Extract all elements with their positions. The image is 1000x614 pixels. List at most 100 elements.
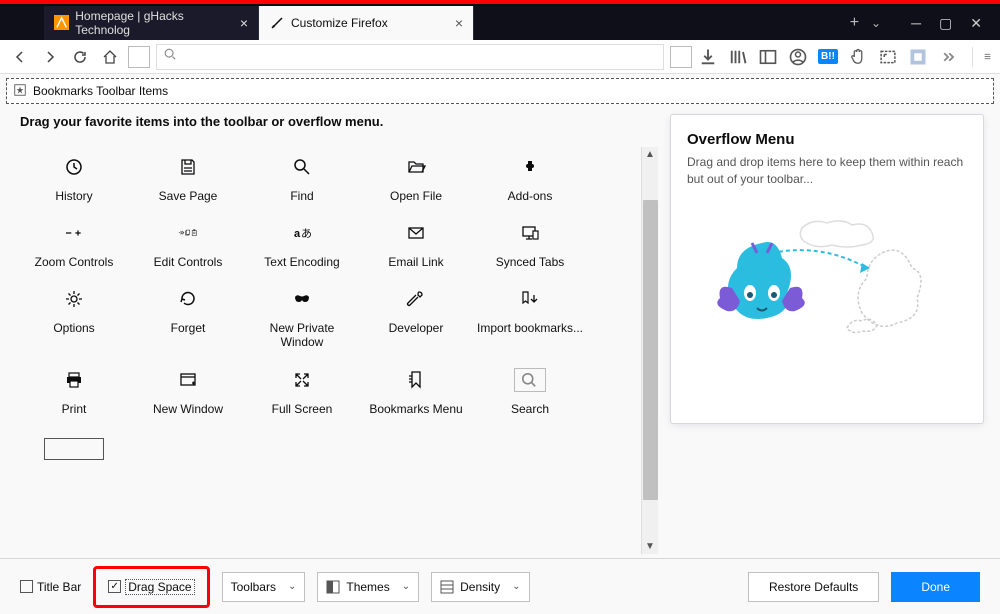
highlight-box: ✓ Drag Space [93, 566, 209, 608]
tabstrip-controls: + ⌄ [838, 6, 893, 40]
tile-developer[interactable]: Developer [362, 279, 470, 354]
titlebar-checkbox[interactable]: Title Bar [20, 580, 81, 594]
tile-forget[interactable]: Forget [134, 279, 242, 354]
library-icon[interactable] [728, 47, 748, 67]
overflow-panel: Overflow Menu Drag and drop items here t… [670, 114, 984, 424]
themes-icon [326, 580, 340, 594]
bookmarks-toolbar-label: Bookmarks Toolbar Items [33, 84, 168, 98]
close-icon[interactable]: × [455, 15, 463, 31]
checkbox-unchecked-icon [20, 580, 33, 593]
dragspace-checkbox[interactable]: ✓ Drag Space [108, 579, 194, 595]
open-file-icon [400, 151, 432, 183]
tile-history[interactable]: History [20, 147, 128, 207]
svg-text:a: a [294, 228, 301, 240]
bookmarks-toolbar[interactable]: Bookmarks Toolbar Items [6, 78, 994, 104]
tile-print[interactable]: Print [20, 360, 128, 420]
tile-fullscreen[interactable]: Full Screen [248, 360, 356, 420]
tab-customize[interactable]: Customize Firefox × [259, 6, 474, 40]
home-icon[interactable] [98, 45, 122, 69]
chevron-down-icon: ⌄ [402, 581, 410, 592]
page-action-box[interactable] [670, 46, 692, 68]
hamburger-icon[interactable] [972, 47, 992, 67]
tile-open-file[interactable]: Open File [362, 147, 470, 207]
overflow-illustration [687, 208, 967, 358]
search-box-icon [514, 364, 546, 396]
tab-label: Homepage | gHacks Technolog [75, 9, 234, 37]
density-icon [440, 580, 454, 594]
edit-icon [164, 217, 212, 249]
overflow-chevron-icon[interactable] [938, 47, 958, 67]
density-dropdown[interactable]: Density ⌄ [431, 572, 529, 602]
tile-search[interactable]: Search [476, 360, 584, 420]
bookmarks-menu-icon [400, 364, 432, 396]
mask-icon [286, 283, 318, 315]
tile-text-encoding[interactable]: aあText Encoding [248, 213, 356, 273]
scroll-up-icon[interactable]: ▲ [643, 147, 657, 162]
tile-flexible-space[interactable] [20, 426, 128, 464]
bookmarks-star-icon [13, 83, 27, 100]
maximize-icon[interactable]: ▢ [939, 15, 952, 32]
tile-import-bookmarks[interactable]: Import bookmarks... [476, 279, 584, 354]
minimize-icon[interactable]: ─ [911, 15, 921, 31]
customize-instruction: Drag your favorite items into the toolba… [20, 114, 658, 129]
identity-box[interactable] [128, 46, 150, 68]
tile-new-window[interactable]: New Window [134, 360, 242, 420]
close-window-icon[interactable]: ✕ [970, 15, 982, 32]
hand-icon[interactable] [848, 47, 868, 67]
downloads-icon[interactable] [698, 47, 718, 67]
addons-icon [514, 151, 546, 183]
blue-badge-icon[interactable]: B!! [818, 47, 838, 67]
tab-strip: Homepage | gHacks Technolog × Customize … [0, 6, 1000, 40]
chevron-down-icon: ⌄ [288, 581, 296, 592]
scroll-thumb[interactable] [643, 200, 658, 500]
chevron-down-icon: ⌄ [512, 581, 520, 592]
overflow-description: Drag and drop items here to keep them wi… [687, 154, 967, 188]
svg-text:あ: あ [301, 227, 312, 240]
customize-footer: Title Bar ✓ Drag Space Toolbars ⌄ Themes… [0, 558, 1000, 614]
gear-icon [58, 283, 90, 315]
tile-edit[interactable]: Edit Controls [134, 213, 242, 273]
tabs-dropdown-icon[interactable]: ⌄ [871, 16, 881, 30]
tile-private-window[interactable]: New Private Window [248, 279, 356, 354]
ghacks-favicon [54, 15, 69, 31]
customize-favicon [269, 15, 285, 31]
url-bar[interactable] [156, 44, 664, 70]
save-icon [172, 151, 204, 183]
sidebar-icon[interactable] [758, 47, 778, 67]
toolbars-dropdown[interactable]: Toolbars ⌄ [222, 572, 306, 602]
synced-tabs-icon [514, 217, 546, 249]
tile-synced-tabs[interactable]: Synced Tabs [476, 213, 584, 273]
screenshot-icon[interactable] [878, 47, 898, 67]
close-icon[interactable]: × [240, 15, 248, 31]
import-icon [514, 283, 546, 315]
back-icon[interactable] [8, 45, 32, 69]
forward-icon[interactable] [38, 45, 62, 69]
account-icon[interactable] [788, 47, 808, 67]
restore-defaults-button[interactable]: Restore Defaults [748, 572, 879, 602]
tile-email-link[interactable]: Email Link [362, 213, 470, 273]
new-tab-icon[interactable]: + [850, 14, 859, 32]
reload-icon[interactable] [68, 45, 92, 69]
text-encoding-icon: aあ [286, 217, 318, 249]
email-icon [400, 217, 432, 249]
checkbox-checked-icon: ✓ [108, 580, 121, 593]
wrench-icon [400, 283, 432, 315]
done-button[interactable]: Done [891, 572, 980, 602]
palette-scrollbar[interactable]: ▲ ▼ [641, 147, 658, 554]
window-controls: ─ ▢ ✕ [893, 6, 1000, 40]
tile-bookmarks-menu[interactable]: Bookmarks Menu [362, 360, 470, 420]
new-window-icon [172, 364, 204, 396]
themes-dropdown[interactable]: Themes ⌄ [317, 572, 419, 602]
scroll-down-icon[interactable]: ▼ [643, 539, 657, 554]
extension-icon[interactable] [908, 47, 928, 67]
customize-palette: History Save Page Find Open File Add-ons… [20, 147, 635, 554]
tile-zoom[interactable]: Zoom Controls [20, 213, 128, 273]
tab-ghacks[interactable]: Homepage | gHacks Technolog × [44, 6, 259, 40]
tile-find[interactable]: Find [248, 147, 356, 207]
print-icon [58, 364, 90, 396]
tile-addons[interactable]: Add-ons [476, 147, 584, 207]
zoom-icon [58, 217, 90, 249]
tile-options[interactable]: Options [20, 279, 128, 354]
tile-save-page[interactable]: Save Page [134, 147, 242, 207]
overflow-title: Overflow Menu [687, 131, 967, 148]
